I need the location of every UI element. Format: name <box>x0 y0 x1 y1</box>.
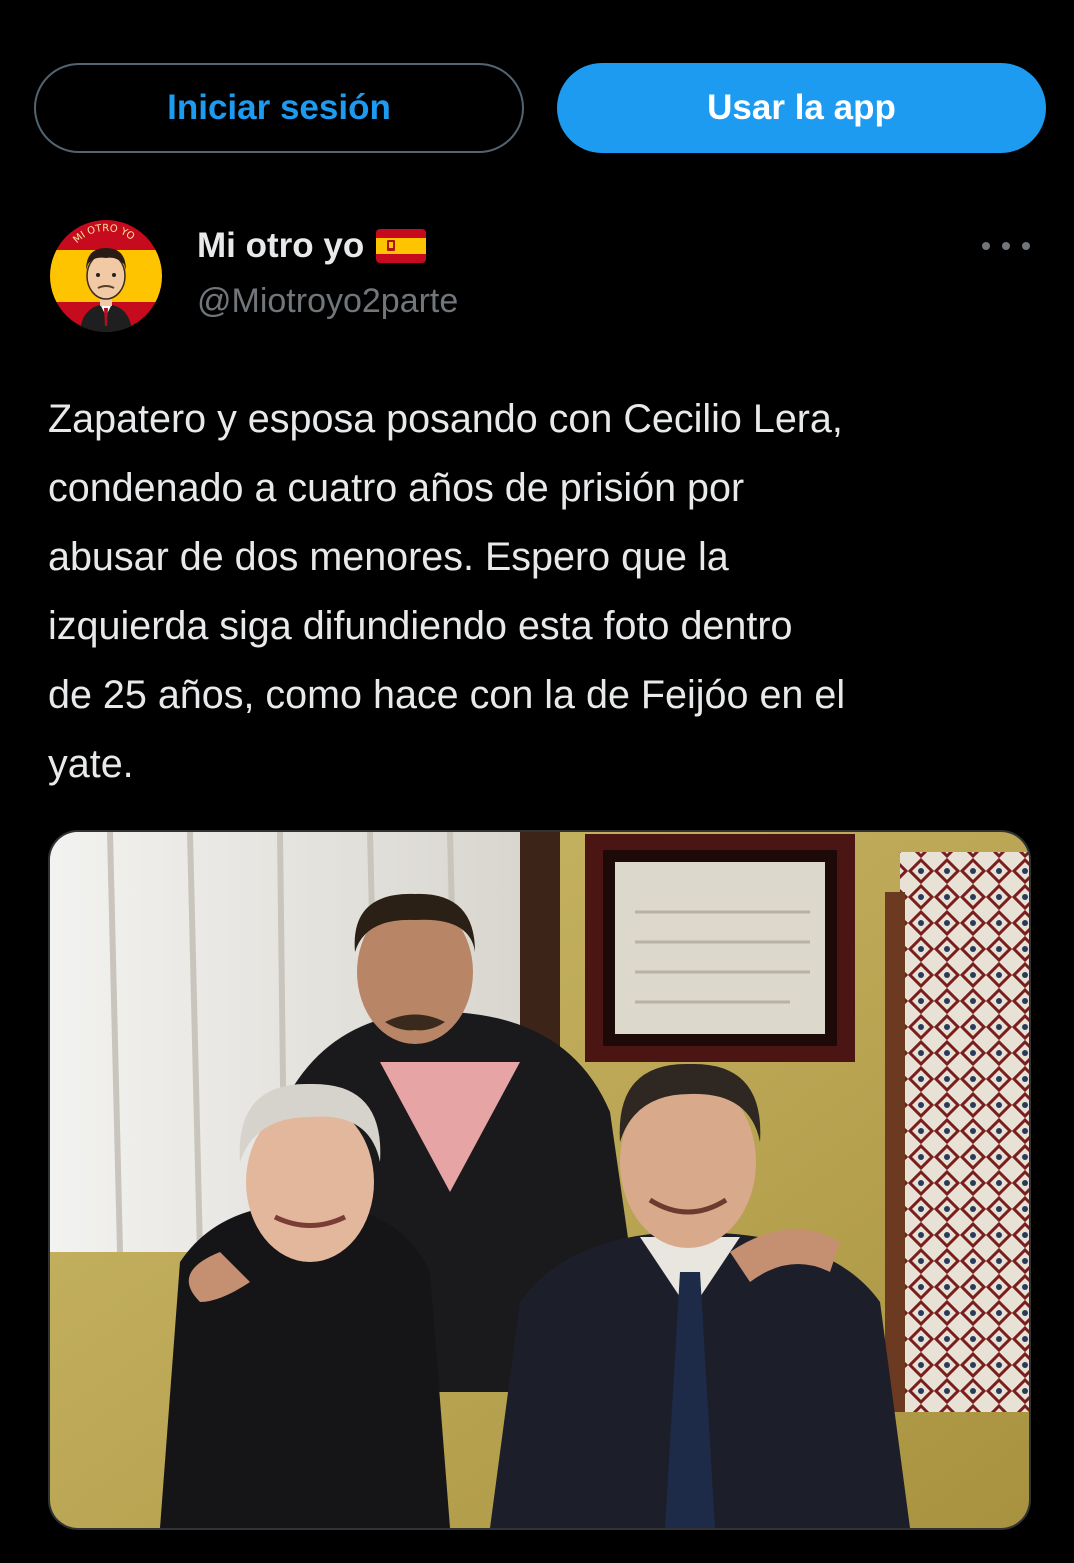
tweet-header: MI OTRO YO Mi otro yo @Miotroyo2parte <box>50 220 1040 332</box>
more-dot <box>1022 242 1030 250</box>
avatar[interactable]: MI OTRO YO <box>50 220 162 332</box>
spain-flag-icon <box>376 229 427 263</box>
user-handle[interactable]: @Miotroyo2parte <box>197 282 458 321</box>
top-bar: Iniciar sesión Usar la app <box>34 63 1046 153</box>
more-dot <box>1002 242 1010 250</box>
login-button[interactable]: Iniciar sesión <box>34 63 524 153</box>
more-options-icon[interactable] <box>982 234 1030 258</box>
use-app-button[interactable]: Usar la app <box>557 63 1046 153</box>
tweet-photo[interactable] <box>48 830 1031 1530</box>
more-dot <box>982 242 990 250</box>
avatar-image: MI OTRO YO <box>50 220 162 332</box>
display-name[interactable]: Mi otro yo <box>197 226 364 266</box>
user-block[interactable]: Mi otro yo @Miotroyo2parte <box>197 224 458 321</box>
display-name-row: Mi otro yo <box>197 224 458 268</box>
tweet-text: Zapatero y esposa posando con Cecilio Le… <box>48 397 846 786</box>
photo-illustration <box>50 832 1029 1528</box>
